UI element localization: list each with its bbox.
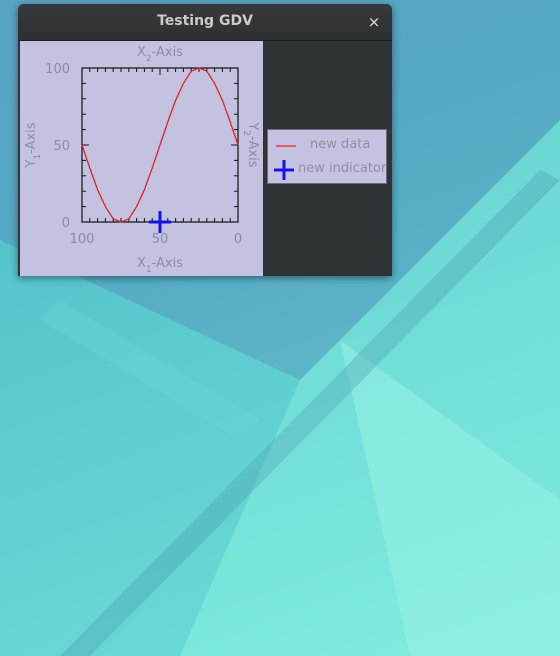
y-tick-label: 100 [45, 62, 70, 77]
legend: new data new indicator [267, 129, 387, 184]
x-tick-label: 0 [234, 232, 242, 247]
x-tick-label: 100 [70, 232, 95, 247]
legend-line-swatch [276, 145, 296, 147]
x2-axis-label: X2-Axis [137, 45, 183, 64]
titlebar: Testing GDV × [18, 4, 392, 41]
desktop: Testing GDV × 100 50 0 0 50 100 X2-Axis X1-Axi… [0, 0, 560, 656]
series-line [81, 67, 239, 223]
x1-axis-label: X1-Axis [137, 256, 183, 275]
window-title: Testing GDV [157, 13, 253, 29]
plot-area: 100 50 0 0 50 100 X2-Axis X1-Axis Y1-Axis Y2-Axi… [20, 41, 263, 276]
legend-item-data: new data [268, 134, 388, 158]
close-button[interactable]: × [362, 10, 386, 34]
y1-axis-label: Y1-Axis [24, 122, 43, 168]
chart-svg: 100 50 0 0 50 100 X2-Axis X1-Axis Y1-Axis Y2-Axi… [24, 45, 260, 275]
y-tick-label: 0 [62, 216, 70, 231]
legend-plus-icon [274, 160, 294, 180]
app-window: Testing GDV × 100 50 0 0 50 100 X2-Axis X1-Axi… [18, 4, 392, 276]
legend-item-indicator: new indicator [268, 158, 388, 182]
y2-axis-label: Y2-Axis [241, 121, 260, 167]
y-tick-label: 50 [53, 139, 70, 154]
legend-label-indicator: new indicator [298, 161, 387, 176]
x-tick-label: 50 [152, 232, 169, 247]
window-content: 100 50 0 0 50 100 X2-Axis X1-Axis Y1-Axis Y2-Axi… [18, 41, 392, 276]
legend-label-data: new data [310, 137, 371, 152]
